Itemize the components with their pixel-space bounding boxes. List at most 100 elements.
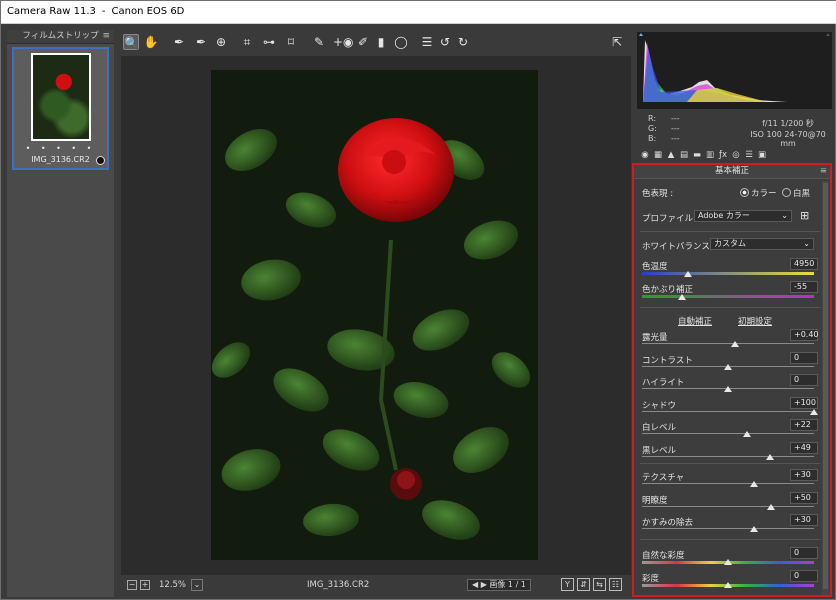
- slider-knob[interactable]: [724, 363, 732, 370]
- tab-tone-curve-icon[interactable]: ▦: [653, 150, 663, 160]
- zoom-out-button[interactable]: −: [127, 580, 137, 590]
- graduated-filter-tool[interactable]: ▮: [373, 34, 389, 50]
- slider-knob[interactable]: [730, 341, 739, 347]
- slider-track[interactable]: [642, 528, 814, 529]
- slider-value[interactable]: +22: [790, 419, 818, 431]
- rating-stars[interactable]: • • • • •: [14, 144, 107, 153]
- slider-track[interactable]: [642, 343, 814, 344]
- copy-settings-icon[interactable]: ⇆: [593, 578, 606, 591]
- hand-tool[interactable]: ✋: [143, 34, 159, 50]
- tab-effects-icon[interactable]: ƒx: [718, 150, 728, 160]
- slider-value[interactable]: +100: [790, 396, 818, 409]
- iso-focal: ISO 100 24-70@70 mm: [750, 130, 826, 148]
- temperature-knob[interactable]: [684, 271, 693, 277]
- slider-label: ハイライト: [642, 378, 685, 388]
- slider-label: 明瞭度: [642, 495, 668, 506]
- slider-value[interactable]: +0.40: [790, 329, 819, 341]
- radial-filter-tool[interactable]: ◯: [393, 34, 409, 50]
- chevron-down-icon: ⌄: [803, 239, 810, 248]
- slider-track[interactable]: [642, 483, 814, 484]
- panel-title: 基本補正: [714, 166, 749, 176]
- profile-dropdown[interactable]: Adobe カラー ⌄: [694, 210, 792, 222]
- slider-knob[interactable]: [767, 503, 775, 510]
- adjustment-brush-tool[interactable]: ✐: [355, 34, 371, 50]
- slider-knob[interactable]: [742, 431, 751, 437]
- slider-knob[interactable]: [724, 581, 732, 588]
- transform-tool[interactable]: ⌑: [283, 34, 299, 50]
- zoom-in-button[interactable]: +: [140, 580, 150, 590]
- slider-knob[interactable]: [766, 453, 775, 460]
- white-balance-label: ホワイトバランス :: [642, 242, 716, 252]
- slider-track[interactable]: [642, 505, 814, 507]
- rotate-ccw-icon[interactable]: ↺: [437, 34, 453, 50]
- preferences-icon[interactable]: ☰: [419, 34, 435, 50]
- filmstrip-menu-icon[interactable]: ≡: [102, 30, 110, 43]
- temperature-label: 色温度: [642, 262, 668, 272]
- temperature-value[interactable]: 4950: [790, 258, 818, 270]
- tint-slider[interactable]: [642, 295, 814, 298]
- tab-basic-icon[interactable]: ◉: [640, 150, 650, 160]
- default-link[interactable]: 初期設定: [738, 315, 772, 327]
- slider-value[interactable]: 0: [790, 374, 818, 386]
- fullscreen-icon[interactable]: ⇱: [609, 34, 625, 50]
- tint-knob[interactable]: [677, 294, 686, 300]
- rotate-cw-icon[interactable]: ↻: [455, 34, 471, 50]
- filmstrip-thumbnail[interactable]: • • • • • IMG_3136.CR2: [12, 47, 109, 170]
- straighten-tool[interactable]: ⊶: [261, 34, 277, 50]
- tab-calibration-icon[interactable]: ◎: [731, 150, 741, 160]
- before-after-toggle-icon[interactable]: Y: [561, 578, 574, 591]
- b-label: B:: [648, 134, 657, 143]
- slider-value[interactable]: 0: [790, 547, 818, 559]
- slider-value[interactable]: 0: [790, 569, 818, 582]
- slider-label: 自然な彩度: [642, 551, 685, 561]
- crop-tool[interactable]: ⌗: [239, 34, 255, 50]
- temperature-slider[interactable]: [642, 272, 814, 275]
- bw-radio[interactable]: 白黒: [782, 187, 810, 199]
- slider-knob[interactable]: [724, 559, 732, 565]
- swap-settings-icon[interactable]: ⇵: [577, 578, 590, 591]
- tab-snapshots-icon[interactable]: ▣: [757, 150, 767, 160]
- title-bar: Camera Raw 11.3- Canon EOS 6D: [1, 1, 836, 24]
- slider-label: 黒レベル: [642, 445, 677, 456]
- slider-track[interactable]: [642, 455, 814, 457]
- camera-raw-window: Camera Raw 11.3- Canon EOS 6D フィルムストリップ ≡…: [0, 0, 836, 600]
- g-value: ---: [671, 124, 680, 133]
- panel-scrollbar[interactable]: [822, 181, 829, 595]
- white-balance-dropdown[interactable]: カスタム ⌄: [710, 238, 814, 250]
- slider-knob[interactable]: [749, 481, 758, 487]
- profile-browser-icon[interactable]: ⊞: [800, 209, 809, 222]
- slider-value[interactable]: +49: [790, 441, 818, 454]
- tab-lens-icon[interactable]: ▥: [705, 150, 715, 160]
- spot-removal-tool[interactable]: ✎: [311, 34, 327, 50]
- tab-hsl-icon[interactable]: ▤: [679, 150, 689, 160]
- color-sampler-tool[interactable]: ✒: [193, 34, 209, 50]
- red-eye-tool[interactable]: +◉: [333, 34, 354, 50]
- slider-value[interactable]: +30: [790, 514, 818, 526]
- slider-track[interactable]: [642, 410, 814, 412]
- tint-value[interactable]: -55: [790, 281, 818, 293]
- color-radio[interactable]: カラー: [740, 187, 777, 199]
- zoom-dropdown[interactable]: ⌄: [191, 579, 203, 591]
- histogram-graph: [639, 33, 830, 102]
- tab-presets-icon[interactable]: ☰: [744, 150, 754, 160]
- aperture-shutter: f/11 1/200 秒: [762, 119, 814, 128]
- targeted-adjustment-tool[interactable]: ⊕: [213, 34, 229, 50]
- slider-label: 白レベル: [642, 423, 677, 433]
- zoom-tool[interactable]: 🔍: [123, 34, 139, 50]
- b-value: ---: [671, 134, 680, 143]
- slider-value[interactable]: +50: [790, 491, 818, 504]
- white-balance-tool[interactable]: ✒: [171, 34, 187, 50]
- tab-split-toning-icon[interactable]: ▬: [692, 150, 702, 160]
- radio-on-icon: [740, 188, 749, 197]
- slider-knob[interactable]: [810, 408, 818, 415]
- preview-preferences-icon[interactable]: ☷: [609, 578, 622, 591]
- slider-knob[interactable]: [724, 386, 732, 392]
- auto-link[interactable]: 自動補正: [678, 315, 712, 327]
- slider-track[interactable]: [642, 433, 814, 434]
- slider-knob[interactable]: [749, 526, 758, 532]
- panel-menu-icon[interactable]: ≡: [820, 165, 827, 178]
- slider-value[interactable]: 0: [790, 351, 818, 364]
- image-navigation[interactable]: ◀ ▶ 画像 1 / 1: [467, 579, 531, 591]
- tab-detail-icon[interactable]: ▲: [666, 150, 676, 160]
- slider-value[interactable]: +30: [790, 469, 818, 481]
